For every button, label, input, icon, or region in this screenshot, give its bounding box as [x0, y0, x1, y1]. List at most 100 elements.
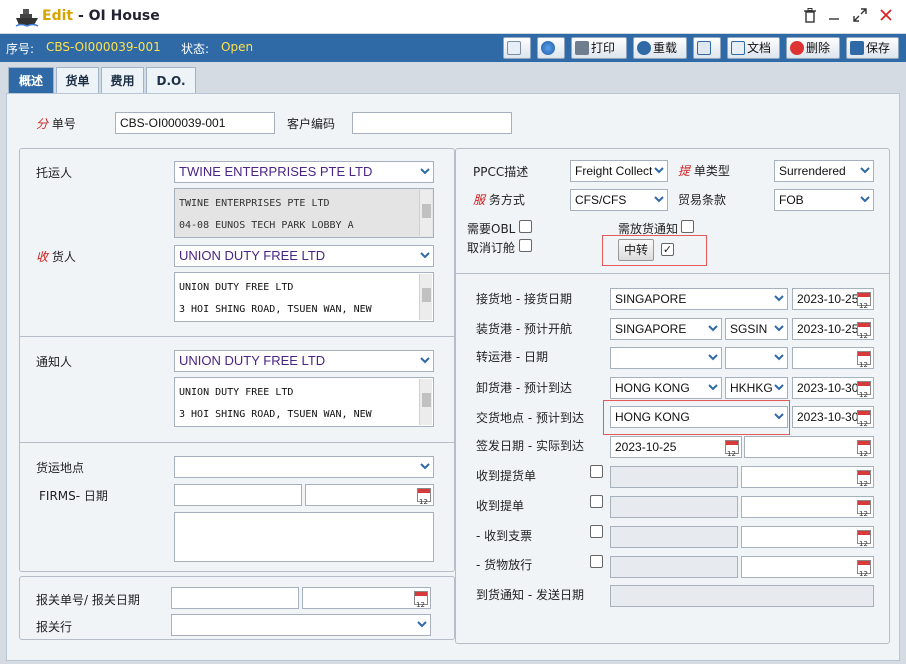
received-do-date-input[interactable] [741, 466, 874, 488]
cancel-booking-checkbox[interactable] [519, 239, 532, 252]
printer-icon [575, 41, 589, 55]
notify-select[interactable]: UNION DUTY FREE LTD [174, 350, 434, 372]
calendar-icon[interactable] [857, 322, 871, 339]
tab-overview[interactable]: 概述 [8, 67, 54, 93]
calendar-icon[interactable] [857, 530, 871, 547]
actual-arrival-input[interactable] [744, 436, 874, 458]
reload-button[interactable]: 重载 [633, 37, 687, 59]
transship-button[interactable]: 中转 [618, 239, 654, 261]
tab-manifest[interactable]: 货单 [56, 67, 99, 93]
notes-icon [507, 41, 521, 55]
delete-icon [790, 41, 804, 55]
transit-date-input[interactable] [792, 347, 874, 369]
shipper-select[interactable]: TWINE ENTERPRISES PTE LTD [174, 161, 434, 183]
calendar-icon[interactable] [725, 440, 739, 457]
copy-icon [697, 41, 711, 55]
service-mode-label: 服 务方式 [473, 193, 525, 207]
scrollbar[interactable] [419, 379, 432, 425]
customs-broker-select[interactable] [171, 614, 431, 636]
transship-checkbox[interactable]: ✓ [661, 243, 674, 256]
received-check-checkbox[interactable] [590, 525, 603, 538]
cargo-notes-textarea[interactable] [174, 512, 434, 562]
received-do-ref-input[interactable] [610, 466, 738, 488]
calendar-icon[interactable] [857, 500, 871, 517]
customs-date-input[interactable] [302, 587, 431, 609]
transit-port-select[interactable] [610, 347, 722, 369]
firms-code-input[interactable] [174, 484, 302, 506]
notify-address[interactable]: UNION DUTY FREE LTD 3 HOI SHING ROAD, TS… [174, 377, 434, 427]
tab-do[interactable]: D.O. [146, 67, 196, 93]
copy-button[interactable] [693, 37, 721, 59]
cargo-release-ref-input[interactable] [610, 556, 738, 578]
calendar-icon[interactable] [417, 488, 431, 505]
calendar-icon[interactable] [414, 591, 428, 608]
scrollbar[interactable] [419, 190, 432, 236]
need-obl-checkbox[interactable] [519, 220, 532, 233]
chevron-down-icon [420, 463, 430, 470]
client-code-input[interactable] [352, 112, 512, 134]
state-label: 状态: [181, 42, 210, 56]
consignee-select[interactable]: UNION DUTY FREE LTD [174, 245, 434, 267]
shipper-address[interactable]: TWINE ENTERPRISES PTE LTD 04-08 EUNOS TE… [174, 188, 434, 238]
trash-icon[interactable] [801, 8, 819, 26]
notify-address-line1: UNION DUTY FREE LTD [179, 387, 294, 398]
received-bl-date-input[interactable] [741, 496, 874, 518]
tab-charges[interactable]: 费用 [101, 67, 144, 93]
received-bl-ref-input[interactable] [610, 496, 738, 518]
calendar-icon[interactable] [857, 292, 871, 309]
need-release-notice-checkbox[interactable] [681, 220, 694, 233]
receipt-place-select[interactable]: SINGAPORE [610, 288, 788, 310]
arrival-notice-date-input[interactable] [610, 585, 874, 607]
cargo-place-select[interactable] [174, 456, 434, 478]
calendar-icon[interactable] [857, 560, 871, 577]
chevron-down-icon [860, 167, 870, 174]
discharge-port-code-select[interactable]: HKHKG [725, 377, 788, 399]
load-port-code-select[interactable]: SGSIN [725, 318, 788, 340]
delivery-place-select[interactable]: HONG KONG [610, 406, 788, 428]
seq-value: CBS-OI000039-001 [46, 40, 161, 54]
cargo-release-date-input[interactable] [741, 556, 874, 578]
save-button[interactable]: 保存 [846, 37, 899, 59]
chevron-down-icon [420, 168, 430, 175]
etd-input[interactable]: 2023-10-25 [792, 318, 874, 340]
consignee-address[interactable]: UNION DUTY FREE LTD 3 HOI SHING ROAD, TS… [174, 272, 434, 322]
minimize-button[interactable] [825, 8, 843, 26]
received-do-checkbox[interactable] [590, 465, 603, 478]
trade-terms-select[interactable]: FOB [774, 189, 874, 211]
received-check-date-input[interactable] [741, 526, 874, 548]
calendar-icon[interactable] [857, 470, 871, 487]
calendar-icon[interactable] [857, 381, 871, 398]
customs-no-input[interactable] [171, 587, 299, 609]
load-port-select[interactable]: SINGAPORE [610, 318, 722, 340]
delivery-eta-input[interactable]: 2023-10-30 [792, 406, 874, 428]
issue-date-input[interactable]: 2023-10-25 [610, 436, 742, 458]
received-check-ref-input[interactable] [610, 526, 738, 548]
cargo-release-label: - 货物放行 [476, 558, 533, 572]
scrollbar[interactable] [419, 274, 432, 320]
close-button[interactable] [877, 8, 895, 26]
discharge-port-select[interactable]: HONG KONG [610, 377, 722, 399]
title-separator: - [73, 8, 89, 24]
service-mode-select[interactable]: CFS/CFS [570, 189, 668, 211]
calendar-icon[interactable] [857, 440, 871, 457]
bl-type-select[interactable]: Surrendered [774, 160, 874, 182]
print-button[interactable]: 打印 [571, 37, 627, 59]
cargo-place-label: 货运地点 [36, 461, 85, 475]
document-button[interactable]: 文档 [727, 37, 780, 59]
chevron-down-icon [708, 354, 718, 361]
notes-button[interactable] [503, 37, 531, 59]
receipt-date-input[interactable]: 2023-10-25 [792, 288, 874, 310]
globe-button[interactable] [537, 37, 565, 59]
house-no-input[interactable]: CBS-OI000039-001 [115, 112, 275, 134]
chevron-down-icon [654, 167, 664, 174]
transit-port-code-select[interactable] [725, 347, 788, 369]
firms-date-input[interactable] [305, 484, 434, 506]
maximize-button[interactable] [851, 8, 869, 26]
eta-input[interactable]: 2023-10-30 [792, 377, 874, 399]
cargo-release-checkbox[interactable] [590, 555, 603, 568]
delete-button[interactable]: 删除 [786, 37, 840, 59]
ppcc-select[interactable]: Freight Collect [570, 160, 668, 182]
calendar-icon[interactable] [857, 351, 871, 368]
calendar-icon[interactable] [857, 410, 871, 427]
received-bl-checkbox[interactable] [590, 495, 603, 508]
